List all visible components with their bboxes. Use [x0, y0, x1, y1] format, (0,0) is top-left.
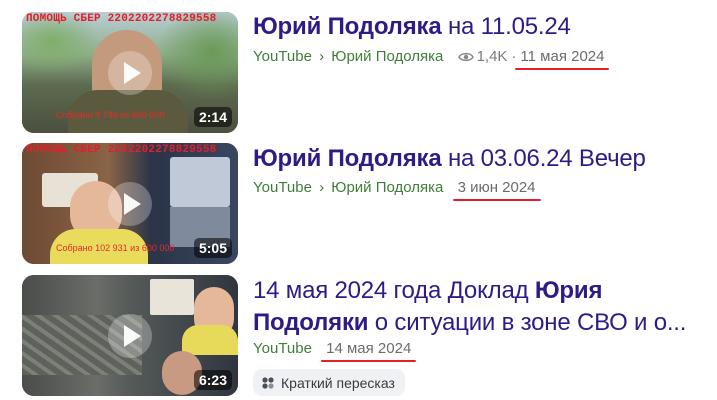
breadcrumb-separator: › [319, 179, 325, 196]
publish-date: 11 мая 2024 [520, 48, 605, 65]
video-thumbnail-2[interactable]: ПОМОЩЬ СБЕР 2202202278829558 Собрано 102… [22, 143, 238, 264]
result-meta-2: YouTube › Юрий Подоляка 3 июн 2024 [253, 178, 536, 198]
title-bold: Юрия [534, 277, 603, 304]
source-link[interactable]: YouTube [253, 179, 312, 196]
channel-link[interactable]: Юрий Подоляка [331, 179, 443, 196]
video-duration: 2:14 [193, 107, 232, 127]
video-duration: 5:05 [193, 238, 232, 258]
view-count: 1,4K [457, 48, 508, 65]
views-value: 1,4K [476, 48, 508, 65]
thumbnail-promo-text: ПОМОЩЬ СБЕР 2202202278829558 [26, 144, 217, 156]
title-rest: на 03.06.24 Вечер [441, 145, 646, 172]
title-plain: о ситуации в зоне СВО и о... [368, 309, 687, 336]
title-bold: Юрий Подоляка [253, 13, 442, 40]
thumbnail-promo-text: ПОМОЩЬ СБЕР 2202202278829558 [26, 13, 217, 25]
video-thumbnail-1[interactable]: ПОМОЩЬ СБЕР 2202202278829558 Собрано 8 7… [22, 12, 238, 133]
source-link[interactable]: YouTube [253, 340, 312, 357]
video-duration: 6:23 [193, 370, 232, 390]
title-line-2: Подоляки о ситуации в зоне СВО и о... [253, 308, 686, 338]
publish-date: 14 мая 2024 [326, 340, 412, 357]
meta-dot: · [511, 48, 517, 65]
eye-icon [457, 52, 474, 62]
breadcrumb-separator: › [319, 48, 325, 65]
play-icon[interactable] [108, 181, 152, 226]
title-bold: Юрий Подоляка [253, 145, 442, 172]
title-bold: Подоляки [253, 309, 369, 336]
play-icon[interactable] [108, 50, 152, 95]
result-title-2[interactable]: Юрий Подоляка на 03.06.24 Вечер [253, 144, 646, 174]
channel-link[interactable]: Юрий Подоляка [331, 48, 443, 65]
video-thumbnail-3[interactable]: 6:23 [22, 275, 238, 396]
summary-chip[interactable]: Краткий пересказ [253, 369, 405, 396]
chip-label: Краткий пересказ [281, 374, 395, 391]
result-meta-1: YouTube › Юрий Подоляка 1,4K · 11 мая 2024 [253, 47, 604, 67]
title-rest: на 11.05.24 [441, 13, 571, 40]
result-meta-3: YouTube 14 мая 2024 [253, 339, 411, 359]
publish-date: 3 июн 2024 [457, 179, 536, 196]
play-icon[interactable] [108, 313, 152, 358]
title-line-1: 14 мая 2024 года Доклад Юрия [253, 276, 686, 306]
summary-icon [261, 376, 275, 390]
thumbnail-collected-text: Собрано 8 749 из 600 000 [56, 110, 165, 120]
source-link[interactable]: YouTube [253, 48, 312, 65]
result-title-3[interactable]: 14 мая 2024 года Доклад Юрия Подоляки о … [253, 276, 686, 338]
result-title-1[interactable]: Юрий Подоляка на 11.05.24 [253, 12, 571, 42]
title-plain: 14 мая 2024 года Доклад [253, 277, 535, 304]
thumbnail-collected-text: Собрано 102 931 из 600 000 [56, 243, 175, 253]
